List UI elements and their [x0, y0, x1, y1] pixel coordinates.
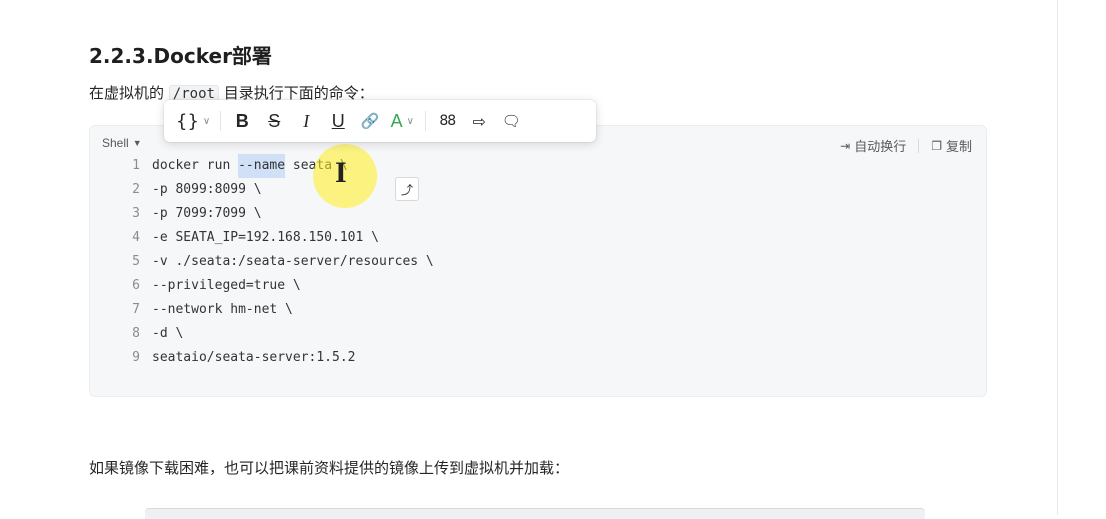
line-number: 7: [132, 302, 140, 317]
code-text: -d \: [152, 326, 184, 341]
grid-icon: 88: [439, 113, 456, 129]
text-cursor-icon: I: [335, 156, 347, 189]
comment-icon: 🗨: [501, 112, 521, 130]
wrap-toggle-button[interactable]: ⇥ 自动换行: [840, 136, 906, 155]
line-number: 3: [132, 206, 140, 221]
code-line: 5 -v ./seata:/seata-server/resources \: [108, 250, 434, 274]
link-card-icon[interactable]: ⤴: [395, 177, 419, 201]
code-line: 4 -e SEATA_IP=192.168.150.101 \: [108, 226, 434, 250]
tool-divider: [918, 138, 920, 153]
toolbar-divider: [220, 111, 222, 131]
line-number: 5: [132, 254, 140, 269]
comment-button[interactable]: 🗨: [498, 107, 524, 135]
link-button[interactable]: 🔗: [357, 107, 383, 135]
code-text: docker run: [152, 158, 239, 173]
code-line: 6 --privileged=true \: [108, 274, 434, 298]
code-line: 3 -p 7099:7099 \: [108, 202, 434, 226]
copy-label: 复制: [945, 139, 972, 154]
language-selector[interactable]: Shell ▼: [102, 136, 142, 150]
code-text: --privileged=true \: [152, 278, 301, 293]
strikethrough-button[interactable]: S: [261, 107, 287, 135]
more-blocks-button[interactable]: 88: [434, 107, 460, 135]
intro-text-before: 在虚拟机的: [89, 84, 165, 102]
code-text: -v ./seata:/seata-server/resources \: [152, 254, 434, 269]
text-color-icon: A: [390, 110, 403, 131]
format-toolbar: {} ∨ B S I U 🔗 A ∨ 88 ⇨ 🗨: [164, 100, 596, 142]
selected-text: --name: [238, 154, 286, 178]
line-number: 1: [132, 158, 140, 173]
code-line: 9 seataio/seata-server:1.5.2: [108, 346, 434, 370]
toolbar-divider: [425, 111, 427, 131]
code-text: -p 8099:8099 \: [152, 182, 262, 197]
code-lines[interactable]: 1docker run --name seata \ 2-p 8099:8099…: [108, 154, 434, 370]
wrap-icon: ⇥: [840, 138, 851, 153]
line-number: 6: [132, 278, 140, 293]
code-block[interactable]: Shell ▼ ⇥ 自动换行 ❐ 复制 1 docker run --name s…: [89, 125, 987, 397]
line-number: 8: [132, 326, 140, 341]
section-heading: 2.2.3.Docker部署: [89, 44, 272, 68]
chevron-down-icon: ∨: [202, 115, 211, 127]
code-text: seataio/seata-server:1.5.2: [152, 350, 356, 365]
code-tools: ⇥ 自动换行 ❐ 复制: [840, 136, 972, 155]
code-line: 7 --network hm-net \: [108, 298, 434, 322]
next-code-block-edge: [145, 508, 925, 519]
code-text: -p 7099:7099 \: [152, 206, 262, 221]
code-text: -e SEATA_IP=192.168.150.101 \: [152, 230, 379, 245]
inline-code-button[interactable]: {} ∨: [176, 107, 210, 135]
code-text: --network hm-net \: [152, 302, 293, 317]
line-number: 2: [132, 182, 140, 197]
link-icon: 🔗: [360, 112, 380, 130]
share-button[interactable]: ⇨: [466, 107, 492, 135]
line-number: 4: [132, 230, 140, 245]
code-icon: {}: [176, 110, 199, 132]
code-line: 8 -d \: [108, 322, 434, 346]
underline-button[interactable]: U: [325, 107, 351, 135]
wrap-label: 自动换行: [854, 139, 907, 154]
code-line: 2 -p 8099:8099 \: [108, 178, 434, 202]
bold-button[interactable]: B: [229, 107, 255, 135]
chevron-down-icon: ∨: [406, 115, 414, 127]
page-right-divider: [1057, 0, 1058, 515]
code-line: 1docker run --name seata \: [108, 154, 434, 178]
copy-icon: ❐: [931, 138, 942, 153]
text-color-button[interactable]: A ∨: [389, 107, 415, 135]
language-label: Shell: [102, 136, 129, 150]
line-number: 9: [132, 350, 140, 365]
italic-button[interactable]: I: [293, 107, 319, 135]
copy-button[interactable]: ❐ 复制: [931, 136, 972, 155]
caret-down-icon: ▼: [132, 138, 142, 148]
share-icon: ⇨: [472, 111, 486, 131]
body-paragraph: 如果镜像下载困难，也可以把课前资料提供的镜像上传到虚拟机并加载：: [89, 459, 570, 477]
